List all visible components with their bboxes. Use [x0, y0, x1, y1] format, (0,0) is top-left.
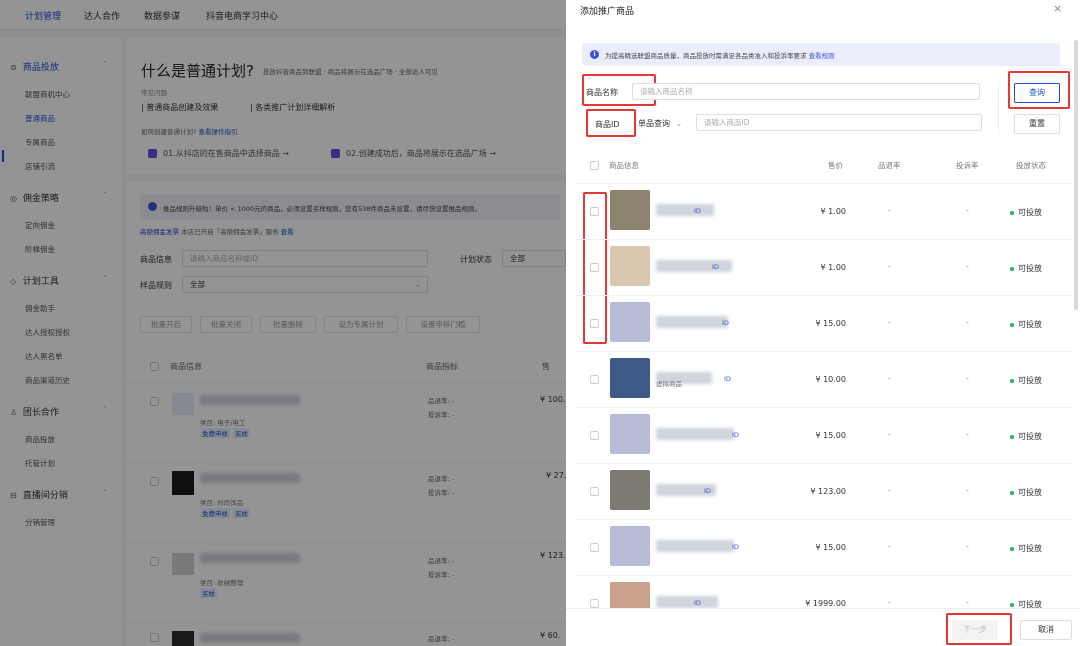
product-name-blurred — [656, 260, 732, 272]
product-name-blurred — [656, 428, 734, 440]
product-name-input[interactable]: 请输入商品名称 — [632, 83, 980, 100]
col-return-rate: 品退率 — [878, 161, 901, 170]
product-price: ¥ 15.00 — [815, 543, 846, 552]
product-id-input[interactable]: 请输入商品ID — [696, 114, 982, 131]
divider — [998, 82, 999, 134]
return-rate: - — [888, 486, 891, 495]
query-mode-value: 单品查询 — [638, 119, 670, 128]
drawer-notice: i 为提高精选联盟商品质量，商品投放时需满足各品类准入和投诉率要求 查看规则 — [582, 43, 1060, 66]
col-complaint-rate: 投诉率 — [956, 161, 979, 170]
col-price: 售价 — [828, 161, 843, 170]
add-product-drawer: 添加推广商品 × i 为提高精选联盟商品质量，商品投放时需满足各品类准入和投诉率… — [566, 0, 1080, 646]
select-all-checkbox[interactable] — [590, 161, 599, 170]
return-rate: - — [888, 598, 891, 607]
cancel-button[interactable]: 取消 — [1020, 620, 1072, 640]
product-id-badge: ID — [732, 431, 739, 439]
product-row: ID ¥ 1.00 - - 可投放 — [576, 239, 1070, 295]
row-checkbox[interactable] — [590, 319, 599, 328]
product-row: ID 虚拟商品 ¥ 10.00 - - 可投放 — [576, 351, 1070, 407]
drawer-footer: 下一步 取消 — [566, 608, 1080, 646]
row-checkbox[interactable] — [590, 431, 599, 440]
product-name-blurred — [656, 204, 714, 216]
product-price: ¥ 1.00 — [820, 263, 846, 272]
status-badge: 可投放 — [1010, 543, 1042, 554]
chevron-down-icon: ⌄ — [675, 119, 683, 128]
status-badge: 可投放 — [1010, 487, 1042, 498]
product-price: ¥ 10.00 — [815, 375, 846, 384]
row-checkbox[interactable] — [590, 599, 599, 608]
name-label: 商品名称 — [586, 88, 618, 97]
drawer-title: 添加推广商品 — [580, 7, 635, 17]
close-icon[interactable]: × — [1053, 2, 1062, 15]
product-price: ¥ 123.00 — [810, 487, 846, 496]
product-sub-label: 虚拟商品 — [656, 380, 682, 388]
query-button[interactable]: 查询 — [1014, 83, 1060, 103]
row-checkbox[interactable] — [590, 487, 599, 496]
complaint-rate: - — [966, 206, 969, 215]
product-thumb — [610, 302, 650, 342]
complaint-rate: - — [966, 430, 969, 439]
drawer-notice-text: 为提高精选联盟商品质量，商品投放时需满足各品类准入和投诉率要求 查看规则 — [605, 50, 835, 60]
row-checkbox[interactable] — [590, 263, 599, 272]
product-thumb — [610, 470, 650, 510]
return-rate: - — [888, 206, 891, 215]
row-checkbox[interactable] — [590, 207, 599, 216]
product-id-badge: ID — [694, 599, 701, 607]
next-step-button[interactable]: 下一步 — [952, 620, 998, 640]
product-id-badge: ID — [694, 207, 701, 215]
product-thumb — [610, 358, 650, 398]
product-row: ID ¥ 1.00 - - 可投放 — [576, 183, 1070, 239]
product-id-badge: ID — [732, 543, 739, 551]
row-checkbox[interactable] — [590, 543, 599, 552]
id-label: 商品ID — [595, 120, 620, 129]
col-product-info: 商品信息 — [609, 161, 639, 170]
query-mode-select[interactable]: 单品查询 ⌄ — [638, 118, 682, 129]
product-id-badge: ID — [722, 319, 729, 327]
row-checkbox[interactable] — [590, 375, 599, 384]
return-rate: - — [888, 430, 891, 439]
product-price: ¥ 15.00 — [815, 319, 846, 328]
product-name-blurred — [656, 316, 728, 328]
status-badge: 可投放 — [1010, 431, 1042, 442]
product-row: ID ¥ 15.00 - - 可投放 — [576, 519, 1070, 575]
col-status: 投放状态 — [1016, 161, 1046, 170]
product-id-badge: ID — [724, 375, 731, 383]
product-name-blurred — [656, 596, 718, 608]
product-price: ¥ 1999.00 — [805, 599, 846, 608]
status-badge: 可投放 — [1010, 319, 1042, 330]
complaint-rate: - — [966, 374, 969, 383]
product-name-blurred — [656, 540, 734, 552]
product-price: ¥ 15.00 — [815, 431, 846, 440]
product-id-badge: ID — [704, 487, 711, 495]
return-rate: - — [888, 374, 891, 383]
product-price: ¥ 1.00 — [820, 207, 846, 216]
complaint-rate: - — [966, 486, 969, 495]
modal-overlay[interactable] — [0, 0, 566, 646]
reset-button[interactable]: 重置 — [1014, 114, 1060, 134]
notice-rule-link[interactable]: 查看规则 — [809, 52, 835, 60]
info-icon: i — [590, 50, 599, 59]
return-rate: - — [888, 262, 891, 271]
status-badge: 可投放 — [1010, 375, 1042, 386]
product-id-badge: ID — [712, 263, 719, 271]
complaint-rate: - — [966, 598, 969, 607]
product-thumb — [610, 190, 650, 230]
product-row: ID ¥ 15.00 - - 可投放 — [576, 295, 1070, 351]
product-thumb — [610, 246, 650, 286]
scrollbar[interactable] — [1074, 40, 1078, 310]
status-badge: 可投放 — [1010, 263, 1042, 274]
product-row: ID ¥ 15.00 - - 可投放 — [576, 407, 1070, 463]
complaint-rate: - — [966, 262, 969, 271]
return-rate: - — [888, 318, 891, 327]
product-row: ID ¥ 123.00 - - 可投放 — [576, 463, 1070, 519]
complaint-rate: - — [966, 542, 969, 551]
product-thumb — [610, 414, 650, 454]
complaint-rate: - — [966, 318, 969, 327]
return-rate: - — [888, 542, 891, 551]
notice-text: 为提高精选联盟商品质量，商品投放时需满足各品类准入和投诉率要求 — [605, 52, 807, 60]
status-badge: 可投放 — [1010, 207, 1042, 218]
product-thumb — [610, 526, 650, 566]
